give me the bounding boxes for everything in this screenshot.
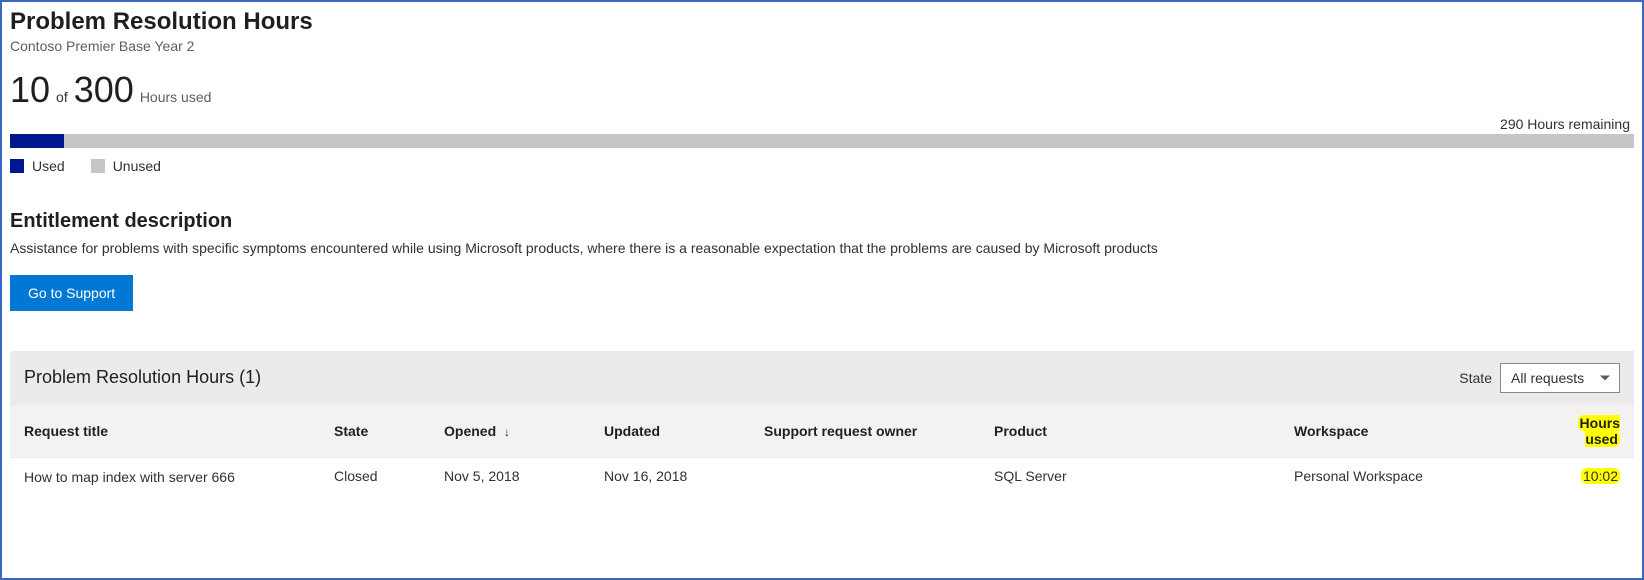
swatch-unused-icon xyxy=(91,159,105,173)
requests-header-bar: Problem Resolution Hours (1) State All r… xyxy=(10,351,1634,405)
col-owner[interactable]: Support request owner xyxy=(750,405,980,458)
col-product[interactable]: Product xyxy=(980,405,1280,458)
state-filter-select-wrap: All requests xyxy=(1500,363,1620,393)
entitlement-title: Entitlement description xyxy=(10,210,1634,233)
cell-request-title[interactable]: How to map index with server 666 xyxy=(10,457,320,496)
cell-opened: Nov 5, 2018 xyxy=(430,457,590,496)
legend-unused: Unused xyxy=(91,158,161,174)
entitlement-text: Assistance for problems with specific sy… xyxy=(10,239,1634,259)
page-title: Problem Resolution Hours xyxy=(10,8,1634,36)
hours-used-value: 10 xyxy=(10,72,50,108)
usage-legend: Used Unused xyxy=(10,158,1634,174)
state-filter: State All requests xyxy=(1459,363,1620,393)
table-row[interactable]: How to map index with server 666ClosedNo… xyxy=(10,457,1634,496)
cell-updated: Nov 16, 2018 xyxy=(590,457,750,496)
legend-unused-label: Unused xyxy=(113,158,161,174)
cell-state: Closed xyxy=(320,457,430,496)
hours-of-label: of xyxy=(56,89,68,105)
usage-bar-fill xyxy=(10,134,64,148)
state-filter-select[interactable]: All requests xyxy=(1500,363,1620,393)
cell-hours-used: 10:02 xyxy=(1530,457,1634,496)
col-request-title[interactable]: Request title xyxy=(10,405,320,458)
sort-down-icon: ↓ xyxy=(504,425,510,439)
cell-workspace: Personal Workspace xyxy=(1280,457,1530,496)
page-subtitle: Contoso Premier Base Year 2 xyxy=(10,38,1634,54)
swatch-used-icon xyxy=(10,159,24,173)
col-hours-used-label: Hours used xyxy=(1578,415,1620,447)
col-updated[interactable]: Updated xyxy=(590,405,750,458)
hours-total-value: 300 xyxy=(74,72,134,108)
hours-used-label: Hours used xyxy=(140,89,212,105)
requests-section: Problem Resolution Hours (1) State All r… xyxy=(10,351,1634,497)
hours-summary: 10 of 300 Hours used xyxy=(10,72,1634,108)
table-header-row: Request title State Opened ↓ Updated Sup… xyxy=(10,405,1634,458)
requests-title: Problem Resolution Hours (1) xyxy=(24,367,261,388)
requests-table: Request title State Opened ↓ Updated Sup… xyxy=(10,405,1634,497)
go-to-support-button[interactable]: Go to Support xyxy=(10,275,133,311)
legend-used: Used xyxy=(10,158,65,174)
col-opened[interactable]: Opened ↓ xyxy=(430,405,590,458)
hours-remaining-text: 290 Hours remaining xyxy=(10,116,1634,132)
state-filter-label: State xyxy=(1459,370,1492,386)
usage-bar xyxy=(10,134,1634,148)
col-opened-label: Opened xyxy=(444,423,496,439)
cell-owner xyxy=(750,457,980,496)
legend-used-label: Used xyxy=(32,158,65,174)
col-state[interactable]: State xyxy=(320,405,430,458)
col-hours-used[interactable]: Hours used xyxy=(1530,405,1634,458)
cell-product: SQL Server xyxy=(980,457,1280,496)
col-workspace[interactable]: Workspace xyxy=(1280,405,1530,458)
